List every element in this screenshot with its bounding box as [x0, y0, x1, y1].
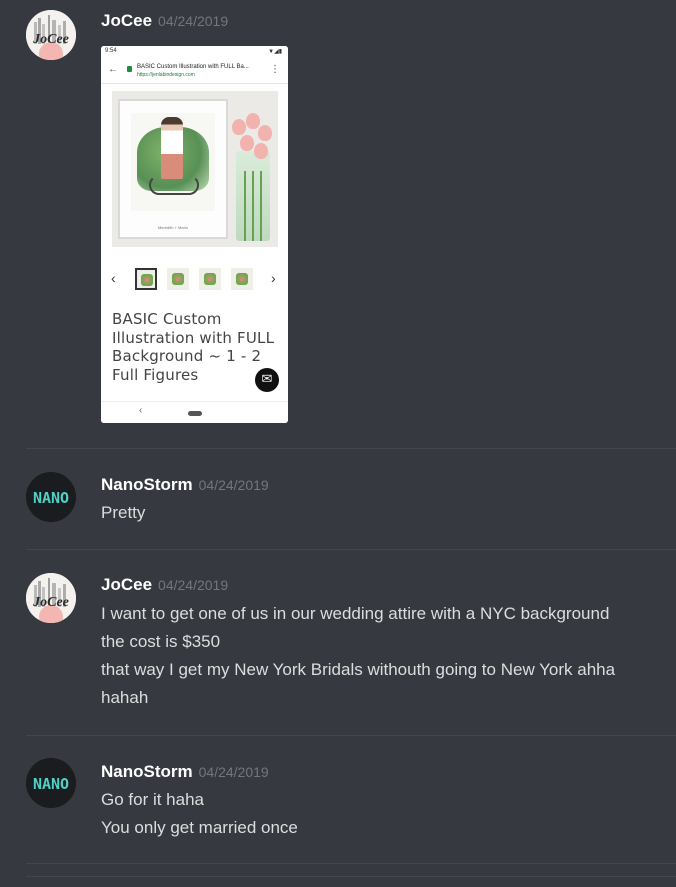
phone-nav-bar: ‹ [101, 401, 288, 423]
illustration [131, 113, 215, 211]
thumbnail-image [236, 273, 248, 285]
browser-page-title: BASIC Custom Illustration with FULL Ba..… [137, 64, 249, 70]
username[interactable]: NanoStorm 04/24/2019 [101, 475, 269, 495]
illustration-caption: Meredith + Mario [157, 225, 189, 230]
status-icons: ▼◢▮ [268, 49, 282, 55]
chevron-left-icon[interactable]: ‹ [111, 270, 116, 286]
avatar-logo-text: JoCee [32, 595, 69, 610]
thumbnail-image [204, 273, 216, 285]
timestamp: 04/24/2019 [198, 764, 269, 780]
message-group: NANO NanoStorm 04/24/2019 Go for it haha … [0, 736, 676, 864]
mail-icon[interactable]: ✉ [255, 368, 279, 392]
timestamp: 04/24/2019 [158, 13, 229, 29]
avatar[interactable]: JoCee [26, 573, 76, 623]
status-time: 9:54 [105, 48, 117, 54]
tulip [254, 143, 268, 159]
phone-status-bar: 9:54 ▼◢▮ [101, 46, 288, 58]
message-text: Go for it haha [101, 790, 205, 809]
message-text: Pretty [101, 503, 146, 522]
tulip [258, 125, 272, 141]
chevron-right-icon[interactable]: › [271, 270, 276, 286]
thumbnail[interactable] [231, 268, 253, 290]
username-label[interactable]: NanoStorm [101, 475, 193, 494]
couple-figure [161, 117, 183, 179]
image-attachment[interactable]: 9:54 ▼◢▮ ← BASIC Custom Illustration wit… [101, 46, 288, 423]
avatar[interactable]: JoCee [26, 10, 76, 60]
lock-icon [127, 66, 132, 72]
thumbnail-image [172, 273, 184, 285]
username[interactable]: NanoStorm 04/24/2019 [101, 762, 269, 782]
jocee-avatar-icon: JoCee [26, 573, 76, 623]
message-group: JoCee JoCee 04/24/2019 I want to get one … [0, 550, 676, 736]
flower-vase [236, 151, 270, 241]
message-text: I want to get one of us in our wedding a… [101, 604, 610, 623]
timestamp: 04/24/2019 [158, 577, 229, 593]
avatar-logo-text: NANO [33, 775, 69, 793]
tulip [240, 135, 254, 151]
bicycle-shape [149, 175, 199, 195]
browser-page-url: https://jenlabindesign.com [137, 72, 195, 78]
thumbnail[interactable] [167, 268, 189, 290]
nano-avatar-icon: NANO [26, 472, 76, 522]
divider [26, 863, 676, 864]
browser-url-bar: ← BASIC Custom Illustration with FULL Ba… [101, 58, 288, 84]
avatar[interactable]: NANO [26, 472, 76, 522]
message-group: NANO NanoStorm 04/24/2019 Pretty [0, 449, 676, 549]
stem [252, 171, 254, 241]
message-text: You only get married once [101, 818, 298, 837]
timestamp: 04/24/2019 [198, 477, 269, 493]
message-text: the cost is $350 [101, 632, 221, 651]
avatar[interactable]: NANO [26, 758, 76, 808]
stem [244, 171, 246, 241]
back-arrow-icon: ← [108, 64, 118, 75]
tulip [246, 113, 260, 129]
message-text: hahah [101, 688, 149, 707]
avatar-logo-text: NANO [33, 489, 69, 507]
more-vert-icon: ⋮ [270, 64, 280, 75]
username[interactable]: JoCee 04/24/2019 [101, 575, 228, 595]
message-group: JoCee JoCee 04/24/2019 9:54 ▼◢▮ ← BASIC C… [0, 0, 676, 448]
jocee-avatar-icon: JoCee [26, 10, 76, 60]
nav-home-icon [188, 411, 202, 416]
nano-avatar-icon: NANO [26, 758, 76, 808]
username-label[interactable]: JoCee [101, 575, 152, 594]
tulip [232, 119, 246, 135]
username-label[interactable]: JoCee [101, 11, 152, 30]
divider [26, 876, 676, 877]
product-hero-image: Meredith + Mario [112, 91, 278, 247]
nav-back-icon: ‹ [139, 405, 143, 416]
avatar-logo-text: JoCee [32, 32, 69, 47]
thumbnail[interactable] [135, 268, 157, 290]
thumbnail[interactable] [199, 268, 221, 290]
thumbnail-image [141, 274, 153, 286]
message-text: that way I get my New York Bridals witho… [101, 660, 616, 679]
thumbnail-strip: ‹ › [101, 266, 288, 294]
username-label[interactable]: NanoStorm [101, 762, 193, 781]
illustration-frame: Meredith + Mario [118, 99, 228, 239]
username[interactable]: JoCee 04/24/2019 [101, 11, 228, 31]
stem [260, 171, 262, 241]
